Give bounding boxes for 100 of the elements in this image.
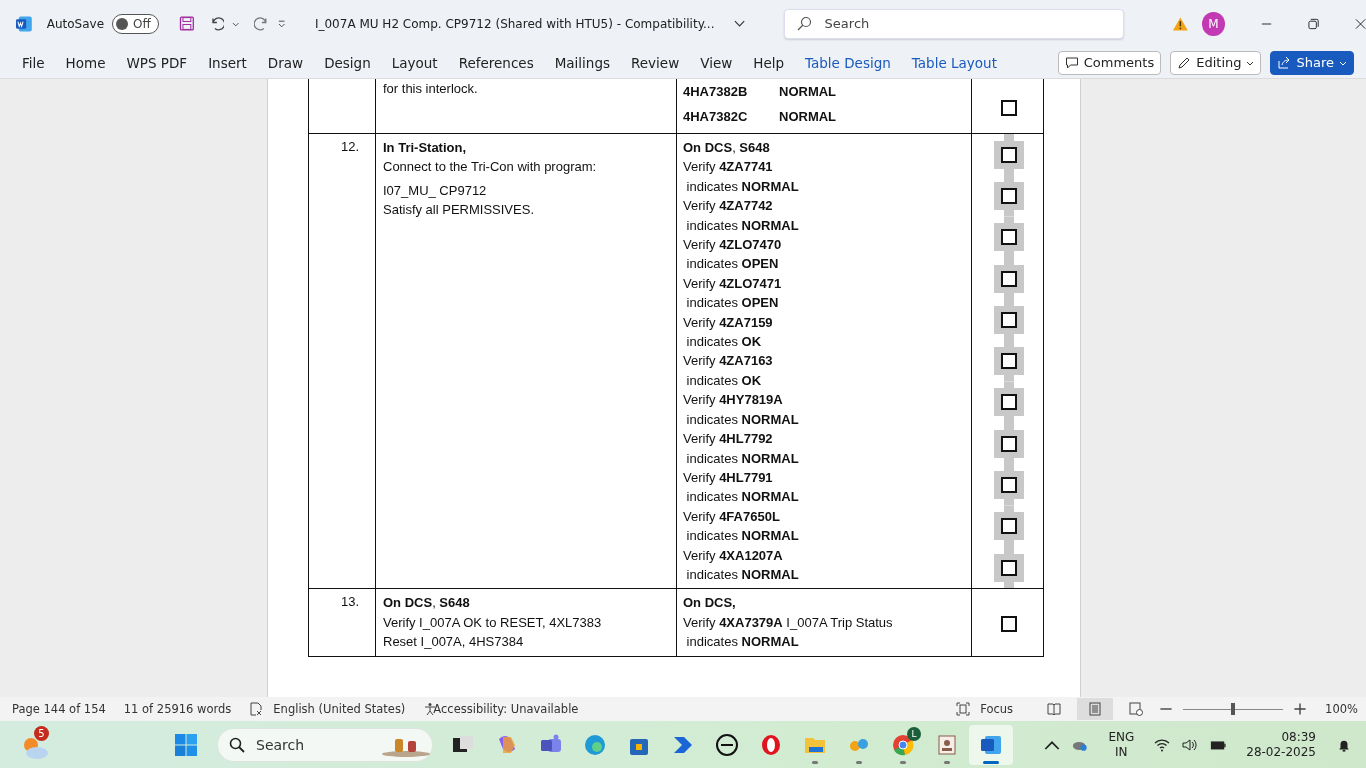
word-count[interactable]: 11 of 25916 words [123,702,232,716]
ribbon-tab[interactable]: Design [312,54,380,71]
share-icon [1277,55,1292,70]
focus-icon[interactable] [956,702,971,716]
verify-text: indicates NORMAL [685,216,800,235]
verify-text: Verify 4HY7819A [683,391,784,410]
start-icon[interactable] [174,732,198,757]
zoom-in-icon[interactable] [1293,702,1308,716]
ring-icon [759,732,783,757]
search-field[interactable]: Search [783,8,1124,39]
web-layout-icon[interactable] [1129,702,1144,716]
checkbox[interactable] [1000,435,1017,452]
language-status[interactable]: English (United States) [273,702,406,716]
search-icon [795,15,812,32]
step-text: Reset I_007A, 4HS7384 [383,633,525,652]
restore-icon[interactable] [1307,17,1319,30]
warning-icon[interactable] [1171,15,1189,32]
focus-label[interactable]: Focus [980,702,1014,716]
verify-text: indicates NORMAL [685,449,800,468]
ribbon-tab[interactable]: View [688,54,742,71]
checkbox[interactable] [1000,229,1017,246]
checkbox[interactable] [1000,477,1017,493]
tag-code: 4HA7382B [683,83,749,101]
step-text: On DCS, S648 [383,594,471,613]
accessibility-status[interactable]: Accessibility: Unavailable [433,702,579,716]
taskbar-search-field[interactable]: Search [217,727,433,762]
verify-text: Verify 4ZLO7470 [683,236,783,255]
autosave-label: AutoSave [46,16,105,31]
circle-logo-icon [715,732,739,757]
page-count[interactable]: Page 144 of 154 [12,702,106,716]
verify-text: indicates OPEN [685,294,780,313]
comment-icon [1064,55,1079,70]
save-icon[interactable] [178,15,195,32]
ribbon-tab[interactable]: Table Layout [899,54,1006,71]
print-layout-button[interactable] [1077,698,1114,720]
notification-badge: 5 [34,725,49,741]
read-mode-icon[interactable] [1047,702,1062,716]
word-logo-icon[interactable] [16,14,33,33]
tag-code: 4HA7382C [683,108,749,126]
autosave-toggle[interactable]: Off [112,13,159,34]
document-title: I_007A MU H2 Comp. CP9712 (Shared with HTU5) - Compatibility... [314,16,715,31]
page-icon [1088,702,1103,716]
checkbox[interactable] [1000,394,1017,411]
ribbon-tab[interactable]: Draw [255,54,313,71]
chrome-icon [891,732,915,757]
verify-text: On DCS, [683,594,737,613]
checkbox[interactable] [1000,559,1017,576]
input-language[interactable]: ENG IN [1108,729,1135,760]
ribbon-tab[interactable]: File [10,54,54,71]
search-icon [229,736,245,753]
ribbon-tab[interactable]: Review [619,54,689,71]
verify-text: Verify 4HL7791 [683,468,774,487]
ribbon-tab[interactable]: Layout [379,54,447,71]
verify-text: indicates OK [685,371,763,390]
ribbon-tab[interactable]: Table Design [793,54,900,71]
verify-text: indicates NORMAL [685,410,800,429]
wifi-icon[interactable] [1154,737,1171,752]
verify-text: Verify 4ZA7163 [683,352,774,371]
verify-text: indicates NORMAL [685,527,800,546]
proofing-icon[interactable] [249,702,264,716]
customize-icon[interactable] [277,19,285,28]
account-badge: L [907,726,921,741]
share-button[interactable]: Share [1270,50,1354,75]
verify-text: Verify 4XA1207A [683,546,784,565]
tag-status: NORMAL [779,108,837,126]
checkbox[interactable] [1000,146,1017,163]
zoom-level[interactable]: 100% [1325,702,1358,716]
step-text: Connect to the Tri-Con with program: [383,158,598,177]
checkbox[interactable] [1000,270,1017,287]
ribbon-tab[interactable]: Home [53,54,115,71]
comments-button[interactable]: Comments [1057,50,1162,75]
checkbox[interactable] [1000,518,1017,535]
checkbox[interactable] [1000,100,1017,116]
verify-text: indicates NORMAL [685,633,800,652]
checkbox[interactable] [1000,311,1017,328]
verify-text: Verify 4ZA7741 [683,158,774,177]
taskbar-app[interactable]: L [881,724,925,765]
checkbox[interactable] [1000,353,1017,370]
user-avatar[interactable]: M [1202,11,1225,36]
editing-button[interactable]: Editing [1170,50,1262,75]
verify-text: indicates NORMAL [685,488,800,507]
ribbon-tab[interactable]: WPS PDF [114,54,197,71]
checkbox[interactable] [1000,187,1017,204]
clock[interactable]: 08:39 28-02-2025 [1246,729,1316,760]
verify-text: Verify 4HL7792 [683,430,774,449]
step-text: Verify I_007A OK to RESET, 4XL7383 [383,613,603,632]
ribbon-tab[interactable]: Help [741,54,793,71]
browser-icon [583,732,607,757]
verify-text: indicates NORMAL [685,177,800,196]
verify-text: Verify 4XA7379A I_007A Trip Status [683,613,894,632]
ribbon-tab[interactable]: References [446,54,543,71]
speaker-icon[interactable] [1182,737,1199,752]
ribbon-tab[interactable]: Insert [196,54,256,71]
pencil-icon [1177,55,1192,70]
checkbox[interactable] [1000,616,1017,633]
verify-text: Verify 4ZLO7471 [683,274,783,293]
step-text: Satisfy all PERMISSIVES. [383,201,535,220]
close-icon[interactable] [1354,17,1366,30]
ribbon-tab[interactable]: Mailings [542,54,619,71]
chevron-down-icon[interactable] [734,19,746,28]
